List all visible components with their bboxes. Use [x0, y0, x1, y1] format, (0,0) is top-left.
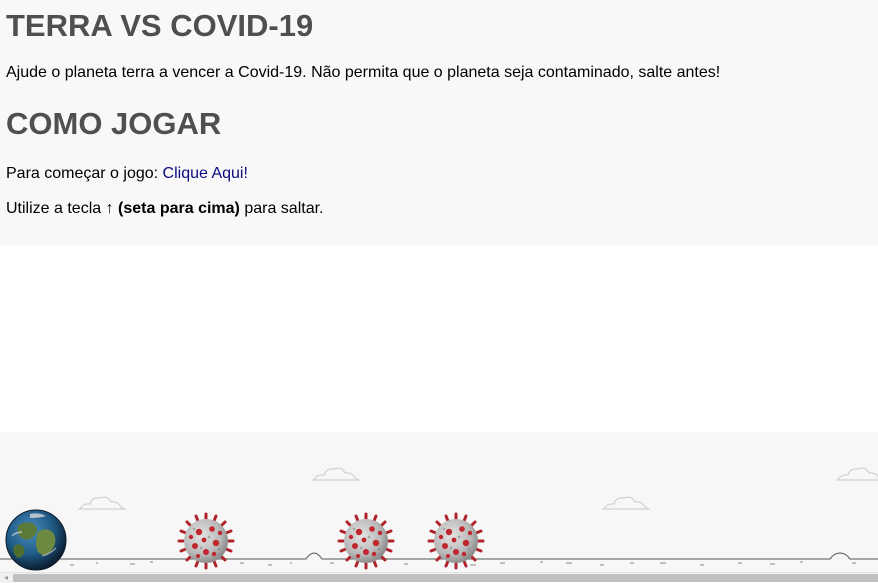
game-canvas[interactable]	[0, 432, 878, 572]
intro-text: Ajude o planeta terra a vencer a Covid-1…	[6, 64, 721, 81]
how-to-play-heading: COMO JOGAR	[6, 106, 222, 141]
help-prefix-text: Utilize a tecla	[6, 200, 106, 217]
coronavirus-icon	[337, 512, 395, 570]
start-game-link[interactable]: Clique Aqui!	[163, 165, 248, 182]
scrollbar-thumb[interactable]	[13, 574, 878, 582]
page-title: TERRA VS COVID-19	[6, 8, 314, 43]
earth-globe-icon	[5, 509, 67, 571]
coronavirus-icon	[427, 512, 485, 570]
start-instruction: Para começar o jogo: Clique Aqui!	[6, 164, 248, 184]
help-suffix-text: para saltar.	[239, 200, 324, 217]
instructions-panel: TERRA VS COVID-19 Ajude o planeta terra …	[0, 0, 878, 246]
coronavirus-icon	[177, 512, 235, 570]
start-prefix-text: Para começar o jogo:	[6, 165, 163, 182]
horizontal-scrollbar[interactable]: ◂	[0, 572, 878, 583]
cloud-icon	[835, 467, 878, 481]
jump-key-label: ↑ (seta para cima)	[105, 200, 240, 217]
cloud-icon	[311, 467, 361, 481]
jump-instruction: Utilize a tecla ↑ (seta para cima) para …	[6, 199, 323, 219]
game-scene	[0, 467, 878, 571]
cloud-icon	[601, 496, 651, 510]
cloud-icon	[77, 496, 127, 510]
